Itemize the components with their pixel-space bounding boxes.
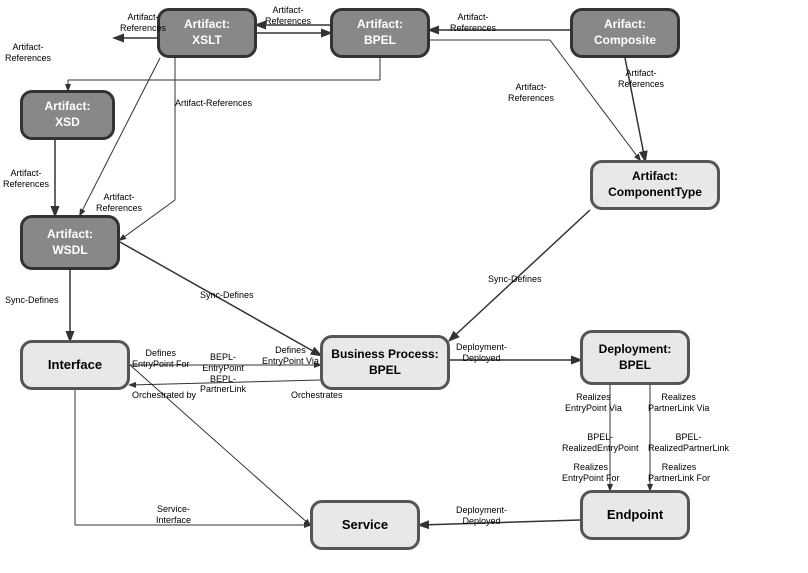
node-xsd: Artifact:XSD <box>20 90 115 140</box>
node-endpoint: Endpoint <box>580 490 690 540</box>
node-service: Service <box>310 500 420 550</box>
label-realizes-pl-for: RealizesPartnerLink For <box>648 462 710 484</box>
label-orchestrated: Orchestrated by <box>132 390 196 401</box>
label-sync-1: Sync-Defines <box>5 295 59 306</box>
label-sync-2: Sync-Defines <box>200 290 254 301</box>
label-art-ref-3: Artifact-References <box>265 5 311 27</box>
label-service-interface: Service-Interface <box>156 504 191 526</box>
label-art-ref-6: Artifact-References <box>3 168 49 190</box>
label-art-ref-8: Artifact-References <box>508 82 554 104</box>
node-deployment_bpel: Deployment:BPEL <box>580 330 690 385</box>
label-art-ref-7: Artifact-References <box>96 192 142 214</box>
label-art-ref-1: Artifact-References <box>5 42 51 64</box>
node-xslt: Artifact:XSLT <box>157 8 257 58</box>
label-art-ref-5: Artifact-References <box>175 98 252 109</box>
label-bepl-ep: BEPL-EntryPointBEPL-PartnerLink <box>200 352 246 395</box>
label-art-ref-4: Artifact-References <box>450 12 496 34</box>
diagram: Artifact:XSLT Artifact:BPEL Arifact:Compos… <box>0 0 808 573</box>
node-component_type: Artifact:ComponentType <box>590 160 720 210</box>
label-realizes-ep-for: RealizesEntryPoint For <box>562 462 620 484</box>
node-interface: Interface <box>20 340 130 390</box>
node-composite: Arifact:Composite <box>570 8 680 58</box>
label-deployment-deployed-1: Deployment-Deployed <box>456 342 507 364</box>
node-bp_bpel: Business Process:BPEL <box>320 335 450 390</box>
label-realizes-ep-via: RealizesEntryPoint Via <box>565 392 622 414</box>
label-realizes-pl-via: RealizesPartnerLink Via <box>648 392 709 414</box>
label-sync-3: Sync-Defines <box>488 274 542 285</box>
label-bpel-realized-ep: BPEL-RealizedEntryPoint <box>562 432 639 454</box>
node-wsdl: Artifact:WSDL <box>20 215 120 270</box>
label-deployment-deployed-2: Deployment-Deployed <box>456 505 507 527</box>
label-art-ref-2: Artifact-References <box>120 12 166 34</box>
label-orchestrates: Orchestrates <box>291 390 343 401</box>
label-art-ref-9: Artifact-References <box>618 68 664 90</box>
label-defines-ep-via: DefinesEntryPoint Via <box>262 345 319 367</box>
label-bpel-realized-pl: BPEL-RealizedPartnerLink <box>648 432 729 454</box>
node-bpel_art: Artifact:BPEL <box>330 8 430 58</box>
label-defines-ep: DefinesEntryPoint For <box>132 348 190 370</box>
